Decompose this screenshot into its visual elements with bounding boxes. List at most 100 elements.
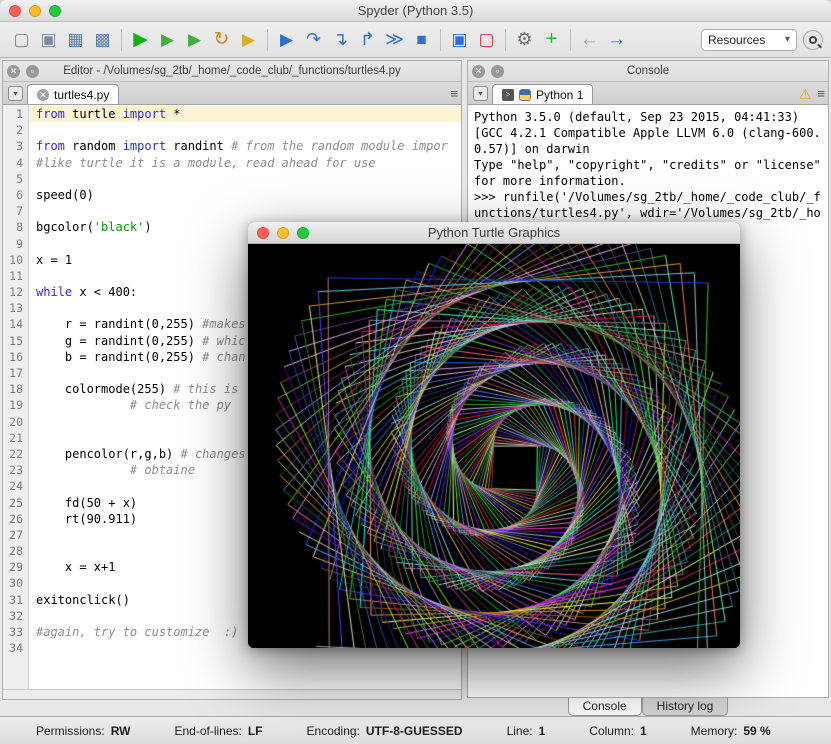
line-number: 15 xyxy=(3,333,28,349)
continue-icon[interactable]: ≫ xyxy=(381,26,408,53)
line-number: 27 xyxy=(3,527,28,543)
turtle-titlebar[interactable]: Python Turtle Graphics xyxy=(248,222,740,244)
console-pane-header: ✕ ▫ Console xyxy=(468,61,828,82)
stop-icon[interactable]: ■ xyxy=(408,26,435,53)
line-number: 19 xyxy=(3,397,28,413)
run-selection-icon[interactable]: ▶ xyxy=(235,26,262,53)
status-eol: End-of-lines:LF xyxy=(174,724,262,738)
browse-tabs-button[interactable]: ▾ xyxy=(8,86,23,101)
line-number: 4 xyxy=(3,155,28,171)
browse-tabs-button[interactable]: ▾ xyxy=(473,86,488,101)
undock-pane-icon[interactable]: ▫ xyxy=(491,65,504,78)
search-button[interactable] xyxy=(803,30,823,50)
maximize-pane-icon[interactable]: ▣ xyxy=(446,26,473,53)
turtle-window-title: Python Turtle Graphics xyxy=(248,225,740,240)
warning-icon[interactable]: ⚠ xyxy=(799,87,812,101)
line-number: 20 xyxy=(3,414,28,430)
spyder-window: Spyder (Python 3.5) ▢▣▦▩▶▶▶↻▶▶↷↴↱≫■▣▢⚙+←… xyxy=(0,0,831,744)
line-number: 30 xyxy=(3,575,28,591)
line-number: 5 xyxy=(3,171,28,187)
line-number: 14 xyxy=(3,316,28,332)
step-return-icon[interactable]: ↱ xyxy=(354,26,381,53)
line-number: 22 xyxy=(3,446,28,462)
line-number: 7 xyxy=(3,203,28,219)
console-bottom-tabs: Console History log xyxy=(467,698,829,718)
tab-history-log[interactable]: History log xyxy=(642,698,729,716)
status-encoding: Encoding:UTF-8-GUESSED xyxy=(307,724,463,738)
tab-console[interactable]: Console xyxy=(568,698,642,716)
toolbar: ▢▣▦▩▶▶▶↻▶▶↷↴↱≫■▣▢⚙+←→ Resources ▾ xyxy=(0,22,831,58)
code-line xyxy=(36,171,461,187)
toolbar-separator xyxy=(505,29,506,51)
toolbar-separator xyxy=(570,29,571,51)
undock-pane-icon[interactable]: ▫ xyxy=(26,65,39,78)
close-pane-icon[interactable]: ✕ xyxy=(472,65,485,78)
terminal-icon: > xyxy=(502,89,514,101)
file-list-icon[interactable]: ≡ xyxy=(450,86,458,101)
status-permissions: Permissions:RW xyxy=(36,724,130,738)
line-number: 10 xyxy=(3,252,28,268)
turtle-window: Python Turtle Graphics xyxy=(248,222,740,648)
console-tab-label: Python 1 xyxy=(536,88,583,102)
code-line: #like turtle it is a module, read ahead … xyxy=(36,155,461,171)
step-into-icon[interactable]: ↴ xyxy=(327,26,354,53)
rerun-icon[interactable]: ↻ xyxy=(208,26,235,53)
editor-pane-title: Editor - /Volumes/sg_2tb/_home/_code_clu… xyxy=(3,65,461,77)
line-number: 33 xyxy=(3,624,28,640)
run-cell-advance-icon[interactable]: ▶ xyxy=(181,26,208,53)
line-number: 6 xyxy=(3,187,28,203)
options-menu-icon[interactable]: ≡ xyxy=(817,86,825,101)
line-number: 28 xyxy=(3,543,28,559)
close-pane-icon[interactable]: ✕ xyxy=(7,65,20,78)
line-number: 2 xyxy=(3,122,28,138)
line-number: 3 xyxy=(3,138,28,154)
line-number: 8 xyxy=(3,219,28,235)
pythonpath-icon[interactable]: + xyxy=(538,26,565,53)
line-number: 26 xyxy=(3,511,28,527)
code-line xyxy=(36,203,461,219)
preferences-icon[interactable]: ⚙ xyxy=(511,26,538,53)
editor-gutter: 1234567891011121314151617181920212223242… xyxy=(3,105,29,689)
back-icon[interactable]: ← xyxy=(576,26,603,53)
line-number: 32 xyxy=(3,608,28,624)
line-number: 23 xyxy=(3,462,28,478)
console-pane-title: Console xyxy=(468,65,828,77)
fullscreen-icon[interactable]: ▢ xyxy=(473,26,500,53)
toolbar-right: Resources ▾ xyxy=(701,29,823,51)
search-icon xyxy=(809,36,817,44)
editor-pane-header: ✕ ▫ Editor - /Volumes/sg_2tb/_home/_code… xyxy=(3,61,461,82)
console-output: Python 3.5.0 (default, Sep 23 2015, 04:4… xyxy=(474,109,822,237)
editor-horizontal-scrollbar[interactable] xyxy=(3,689,461,699)
line-number: 16 xyxy=(3,349,28,365)
toolbar-separator xyxy=(440,29,441,51)
tab-turtles4[interactable]: ✕ turtles4.py xyxy=(27,84,119,104)
python-icon xyxy=(519,89,531,101)
turtle-canvas[interactable] xyxy=(248,244,740,648)
line-number: 29 xyxy=(3,559,28,575)
new-file-icon[interactable]: ▢ xyxy=(8,26,35,53)
line-number: 34 xyxy=(3,640,28,656)
forward-icon[interactable]: → xyxy=(603,26,630,53)
resources-dropdown[interactable]: Resources ▾ xyxy=(701,29,797,51)
save-all-icon[interactable]: ▩ xyxy=(89,26,116,53)
editor-tabbar: ▾ ✕ turtles4.py ≡ xyxy=(3,82,461,105)
titlebar: Spyder (Python 3.5) xyxy=(0,0,831,22)
toolbar-separator xyxy=(121,29,122,51)
line-number: 1 xyxy=(3,106,28,122)
code-line: from turtle import * xyxy=(29,106,461,122)
code-line: speed(0) xyxy=(36,187,461,203)
debug-icon[interactable]: ▶ xyxy=(273,26,300,53)
toolbar-separator xyxy=(267,29,268,51)
resources-label: Resources xyxy=(708,33,765,47)
line-number: 13 xyxy=(3,300,28,316)
run-cell-icon[interactable]: ▶ xyxy=(154,26,181,53)
status-memory: Memory:59 % xyxy=(691,724,771,738)
tab-python-1[interactable]: > Python 1 xyxy=(492,84,593,104)
open-file-icon[interactable]: ▣ xyxy=(35,26,62,53)
run-icon[interactable]: ▶ xyxy=(127,26,154,53)
close-tab-icon[interactable]: ✕ xyxy=(37,89,49,101)
line-number: 17 xyxy=(3,365,28,381)
step-over-icon[interactable]: ↷ xyxy=(300,26,327,53)
line-number: 21 xyxy=(3,430,28,446)
save-icon[interactable]: ▦ xyxy=(62,26,89,53)
